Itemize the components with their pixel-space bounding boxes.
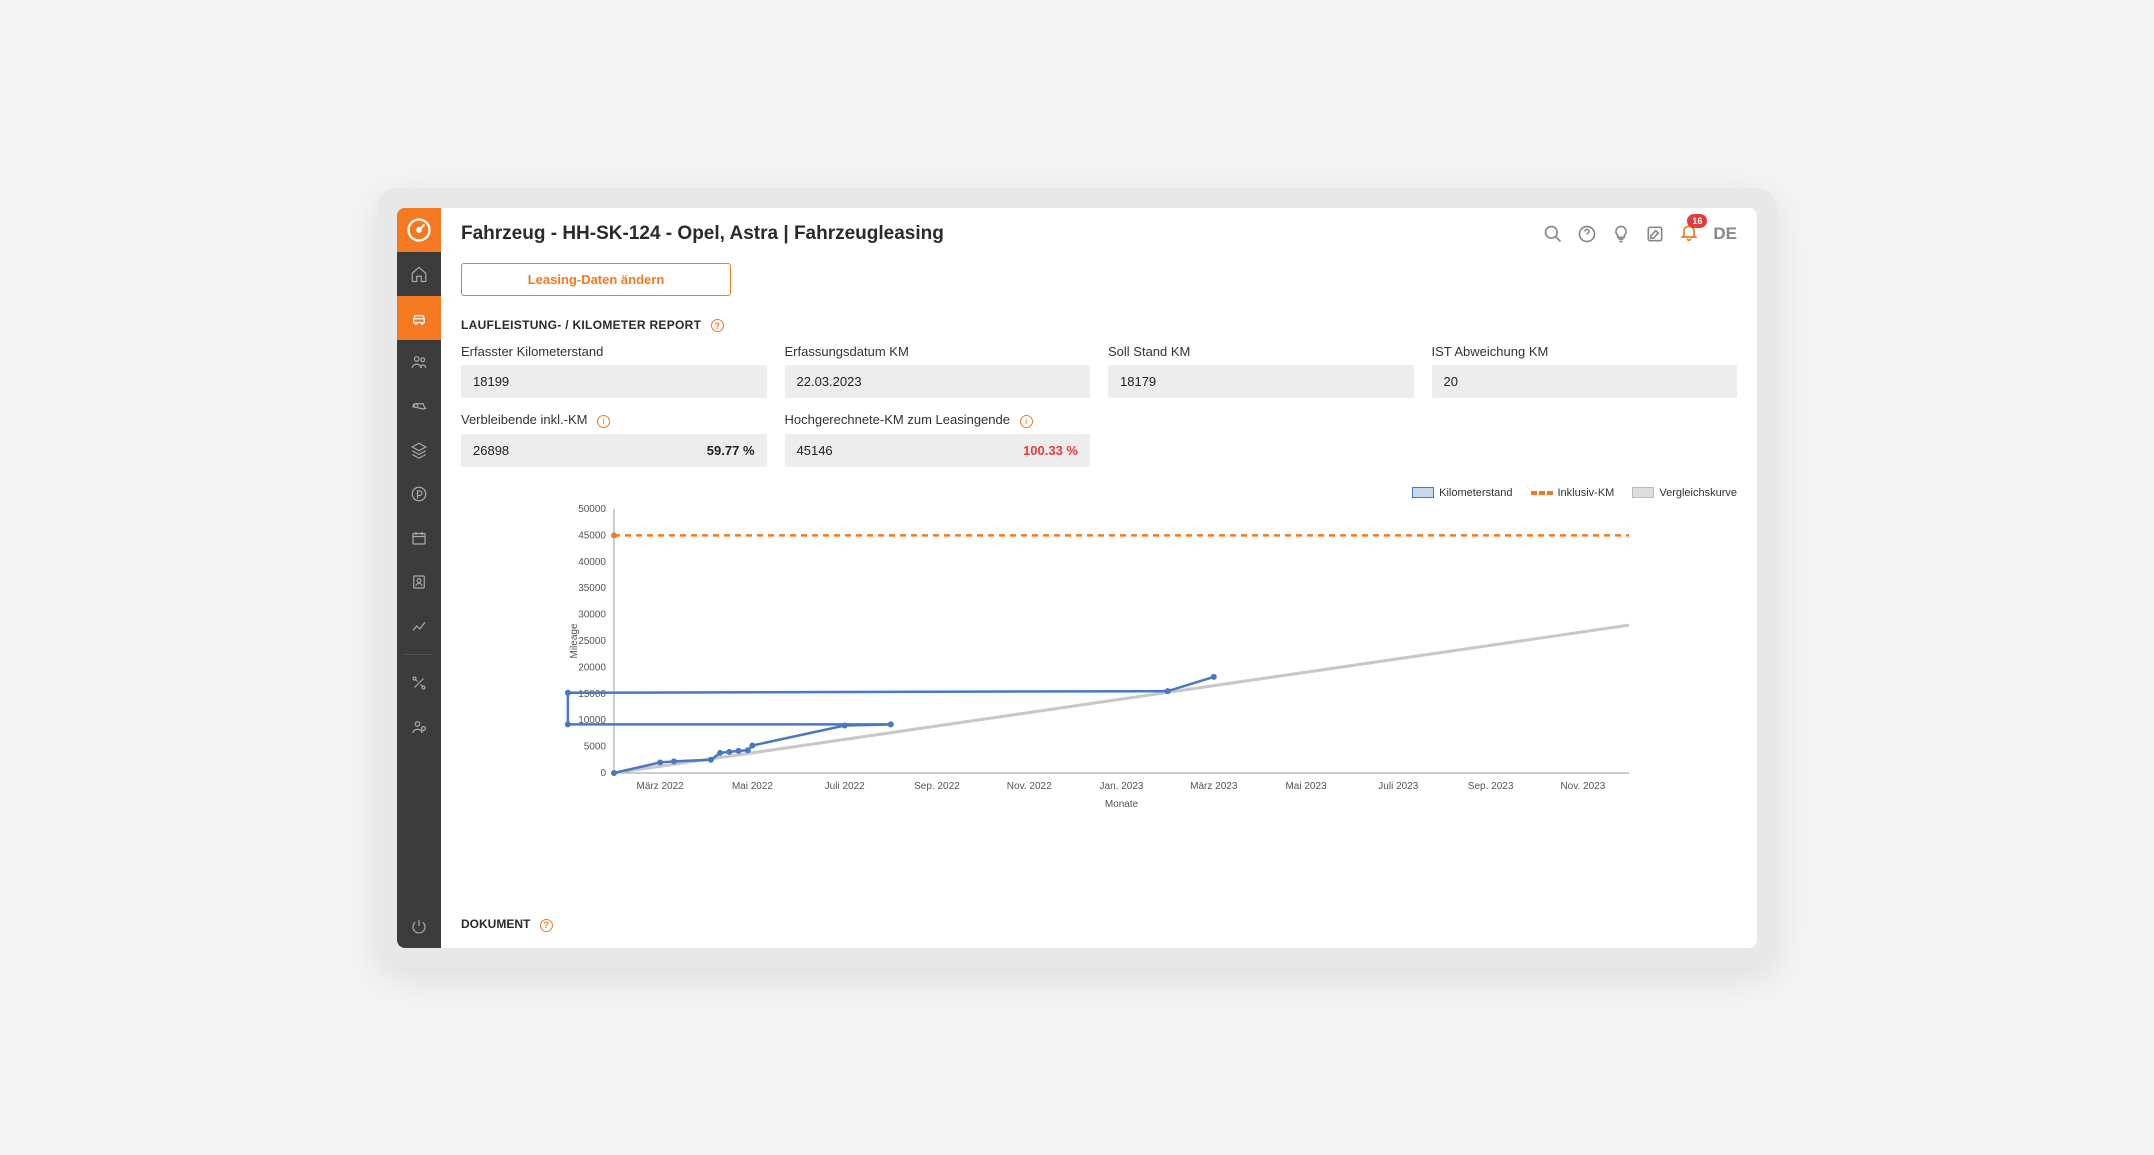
- nav-parking[interactable]: [397, 472, 441, 516]
- section-title-report: LAUFLEISTUNG- / KILOMETER REPORT ?: [461, 318, 1737, 333]
- mileage-chart: Kilometerstand Inklusiv-KM Vergleichskur…: [461, 487, 1737, 910]
- nav-contacts[interactable]: [397, 560, 441, 604]
- notifications-button[interactable]: 16: [1679, 222, 1699, 247]
- svg-text:Mai 2022: Mai 2022: [732, 781, 774, 792]
- nav-calendar[interactable]: [397, 516, 441, 560]
- chart-legend: Kilometerstand Inklusiv-KM Vergleichskur…: [461, 487, 1737, 499]
- label-soll-km: Soll Stand KM: [1108, 344, 1414, 359]
- section-title-document: DOKUMENT ?: [461, 917, 1737, 932]
- label-verbleibende: Verbleibende inkl.-KM i: [461, 412, 767, 428]
- info-icon[interactable]: i: [1020, 415, 1033, 428]
- svg-text:Mileage: Mileage: [569, 623, 580, 658]
- svg-text:März 2023: März 2023: [1190, 781, 1238, 792]
- svg-text:40000: 40000: [578, 556, 606, 567]
- svg-text:Mai 2023: Mai 2023: [1285, 781, 1327, 792]
- svg-text:März 2022: März 2022: [637, 781, 685, 792]
- svg-text:Nov. 2023: Nov. 2023: [1560, 781, 1605, 792]
- svg-text:5000: 5000: [584, 741, 607, 752]
- nav-home[interactable]: [397, 252, 441, 296]
- label-ist-abweichung: IST Abweichung KM: [1432, 344, 1738, 359]
- info-icon[interactable]: ?: [540, 919, 553, 932]
- svg-text:Sep. 2022: Sep. 2022: [914, 781, 960, 792]
- chart-canvas: 0500010000150002000025000300003500040000…: [461, 503, 1737, 813]
- info-icon[interactable]: ?: [711, 319, 724, 332]
- value-erfasster-km: 18199: [461, 365, 767, 398]
- value-hochgerechnet: 45146 100.33 %: [785, 434, 1091, 467]
- edit-leasing-button[interactable]: Leasing-Daten ändern: [461, 263, 731, 296]
- nav-divider: [405, 654, 433, 655]
- svg-text:Juli 2022: Juli 2022: [825, 781, 865, 792]
- svg-text:Juli 2023: Juli 2023: [1378, 781, 1418, 792]
- svg-text:Monate: Monate: [1105, 799, 1139, 810]
- info-icon[interactable]: i: [597, 415, 610, 428]
- nav-vehicles[interactable]: [397, 296, 441, 340]
- svg-text:25000: 25000: [578, 636, 606, 647]
- search-icon[interactable]: [1543, 224, 1563, 244]
- svg-text:Nov. 2022: Nov. 2022: [1007, 781, 1052, 792]
- header-actions: 16 DE: [1543, 222, 1737, 247]
- nav-reports[interactable]: [397, 604, 441, 648]
- app-logo[interactable]: [397, 208, 441, 252]
- svg-text:Jan. 2023: Jan. 2023: [1100, 781, 1144, 792]
- language-selector[interactable]: DE: [1713, 224, 1737, 244]
- label-erfassungsdatum: Erfassungsdatum KM: [785, 344, 1091, 359]
- page-title: Fahrzeug - HH-SK-124 - Opel, Astra | Fah…: [461, 223, 944, 245]
- nav-tools[interactable]: [397, 661, 441, 705]
- svg-text:45000: 45000: [578, 530, 606, 541]
- lightbulb-icon[interactable]: [1611, 224, 1631, 244]
- help-icon[interactable]: [1577, 224, 1597, 244]
- nav-power[interactable]: [397, 904, 441, 948]
- nav-layers[interactable]: [397, 428, 441, 472]
- label-erfasster-km: Erfasster Kilometerstand: [461, 344, 767, 359]
- label-hochgerechnet: Hochgerechnete-KM zum Leasingende i: [785, 412, 1091, 428]
- notification-badge: 16: [1687, 214, 1707, 228]
- main-content: Fahrzeug - HH-SK-124 - Opel, Astra | Fah…: [441, 208, 1757, 948]
- value-verbleibende: 26898 59.77 %: [461, 434, 767, 467]
- sidebar: [397, 208, 441, 948]
- value-erfassungsdatum: 22.03.2023: [785, 365, 1091, 398]
- svg-text:0: 0: [600, 768, 606, 779]
- nav-admin[interactable]: [397, 705, 441, 749]
- edit-icon[interactable]: [1645, 224, 1665, 244]
- value-ist-abweichung: 20: [1432, 365, 1738, 398]
- svg-text:20000: 20000: [578, 662, 606, 673]
- svg-text:Sep. 2023: Sep. 2023: [1468, 781, 1514, 792]
- svg-text:50000: 50000: [578, 504, 606, 515]
- value-soll-km: 18179: [1108, 365, 1414, 398]
- svg-text:35000: 35000: [578, 583, 606, 594]
- svg-text:15000: 15000: [578, 688, 606, 699]
- header: Fahrzeug - HH-SK-124 - Opel, Astra | Fah…: [441, 208, 1757, 247]
- nav-damage[interactable]: [397, 384, 441, 428]
- nav-users[interactable]: [397, 340, 441, 384]
- svg-text:30000: 30000: [578, 609, 606, 620]
